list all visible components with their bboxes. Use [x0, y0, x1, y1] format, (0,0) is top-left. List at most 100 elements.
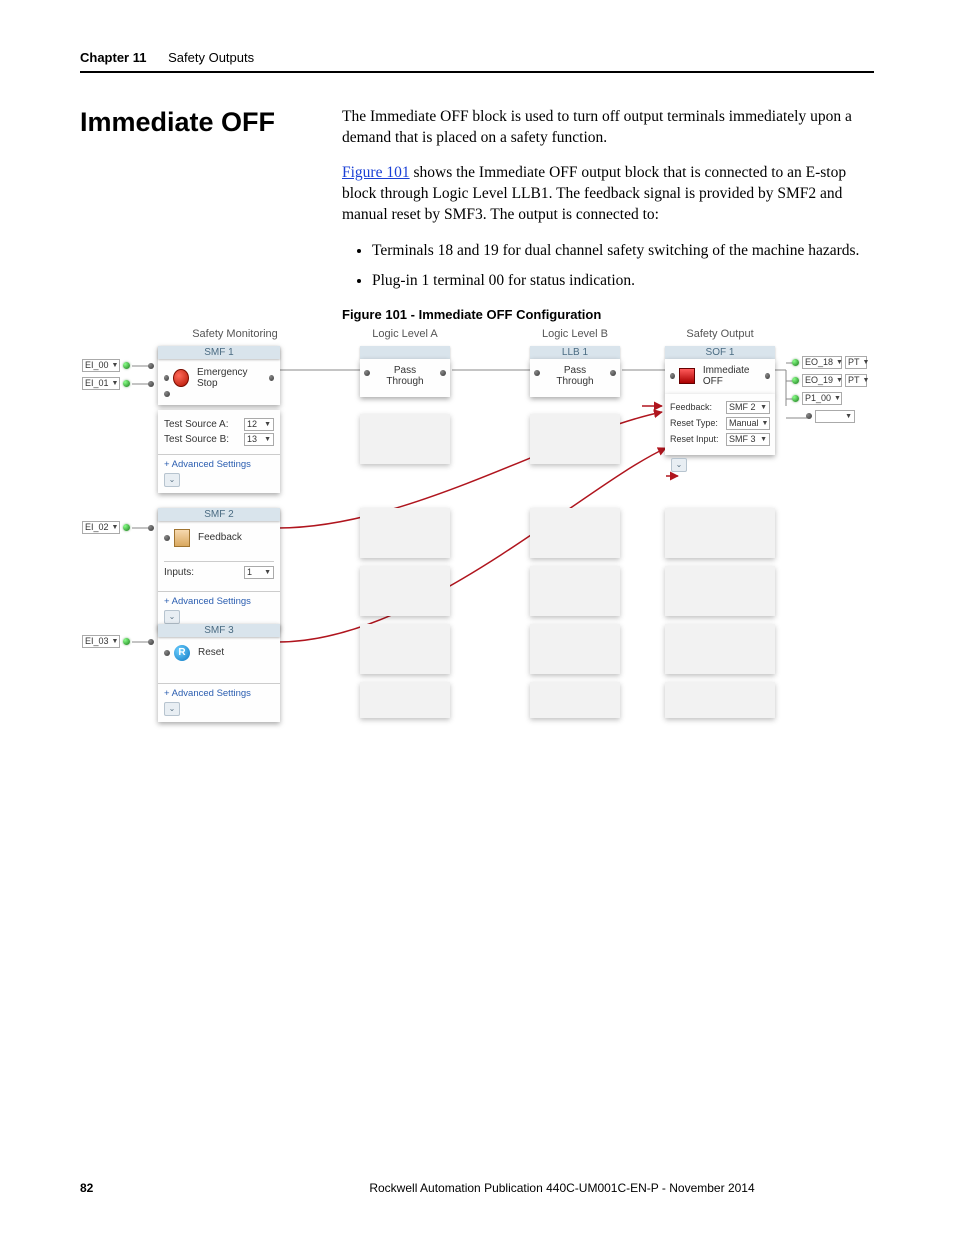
ghost-block [665, 566, 775, 616]
paragraph-1: The Immediate OFF block is used to turn … [342, 107, 874, 149]
smf1-title: SMF 1 [158, 346, 280, 359]
sof1-settings[interactable]: Feedback: SMF 2▼ Reset Type: Manual▼ Res… [665, 394, 775, 478]
sof1-resettype-label: Reset Type: [670, 418, 718, 428]
llb1-title: LLB 1 [530, 346, 620, 359]
smf3-title: SMF 3 [158, 624, 280, 637]
page: Chapter 11 Safety Outputs Immediate OFF … [0, 0, 954, 1235]
paragraph-2: Figure 101 shows the Immediate OFF outpu… [342, 163, 874, 226]
emergency-stop-icon [173, 369, 189, 387]
ghost-block [360, 414, 450, 464]
port-dot [164, 375, 169, 381]
wire-dot [148, 381, 154, 387]
bullet-2: Plug-in 1 terminal 00 for status indicat… [372, 270, 874, 292]
output-empty[interactable]: ▼ [806, 410, 855, 423]
sof1-title: SOF 1 [665, 346, 775, 359]
figure-caption: Figure 101 - Immediate OFF Configuration [342, 307, 874, 322]
sof1-feedback-label: Feedback: [670, 402, 712, 412]
ghost-block [665, 682, 775, 718]
ghost-block [530, 624, 620, 674]
figure-101-diagram: Safety Monitoring Logic Level A Logic Le… [80, 328, 874, 728]
status-dot [123, 380, 130, 387]
ghost-block [530, 414, 620, 464]
expander-icon[interactable]: ⌄ [164, 610, 180, 624]
smf1-advanced[interactable]: Advanced Settings [158, 454, 280, 470]
logic-a-passthrough[interactable]: Pass Through [360, 346, 450, 397]
header-rule [80, 71, 874, 73]
status-dot [123, 638, 130, 645]
port-dot [440, 370, 446, 376]
pass-label2: Through [386, 376, 423, 387]
publication-info: Rockwell Automation Publication 440C-UM0… [310, 1181, 814, 1195]
colhead-safety-monitoring: Safety Monitoring [170, 328, 300, 340]
smf3-advanced[interactable]: Advanced Settings [158, 683, 280, 699]
chapter-number: Chapter 11 [80, 50, 146, 65]
port-dot [164, 535, 170, 541]
smf2-block[interactable]: SMF 2 Feedback Inputs: 1▼ Advanced Setti… [158, 508, 280, 630]
output-eo19[interactable]: EO_19▼ PT▼ [792, 374, 867, 387]
expander-icon[interactable]: ⌄ [164, 702, 180, 716]
page-number: 82 [80, 1181, 310, 1195]
ghost-block [530, 682, 620, 718]
input-ei00[interactable]: EI_00▼ [82, 359, 130, 372]
sof1-block[interactable]: SOF 1 Immediate OFF [665, 346, 775, 395]
ghost-block [360, 508, 450, 558]
ghost-block [665, 624, 775, 674]
smf2-title: SMF 2 [158, 508, 280, 521]
port-dot [670, 373, 675, 379]
output-eo18[interactable]: EO_18▼ PT▼ [792, 356, 867, 369]
port-dot [534, 370, 540, 376]
port-dot [164, 391, 170, 397]
pass-label1: Pass [394, 365, 416, 376]
ghost-block [360, 682, 450, 718]
smf2-label: Feedback [198, 532, 242, 543]
ghost-block [360, 566, 450, 616]
smf1-settings[interactable]: Test Source A: 12▼ Test Source B: 13▼ Ad… [158, 410, 280, 493]
content-columns: Immediate OFF The Immediate OFF block is… [80, 101, 874, 328]
smf2-advanced[interactable]: Advanced Settings [158, 591, 280, 607]
ghost-block [665, 508, 775, 558]
bullet-1: Terminals 18 and 19 for dual channel saf… [372, 240, 874, 262]
status-dot [792, 377, 799, 384]
smf1-label: Emergency Stop [197, 367, 261, 389]
input-ei02[interactable]: EI_02▼ [82, 521, 130, 534]
pass-label2: Through [556, 376, 593, 387]
wire-dot [148, 363, 154, 369]
colhead-logic-a: Logic Level A [360, 328, 450, 340]
paragraph-2-rest: shows the Immediate OFF output block tha… [342, 164, 846, 223]
chapter-title: Safety Outputs [168, 50, 254, 65]
status-dot [123, 524, 130, 531]
smf3-block[interactable]: SMF 3 R Reset Advanced Settings ⌄ [158, 624, 280, 722]
expander-icon[interactable]: ⌄ [164, 473, 180, 487]
input-ei01[interactable]: EI_01▼ [82, 377, 130, 390]
wire-dot [148, 525, 154, 531]
port-dot [806, 413, 812, 419]
colhead-safety-output: Safety Output [675, 328, 765, 340]
colhead-logic-b: Logic Level B [530, 328, 620, 340]
smf1-block[interactable]: SMF 1 Emergency Stop [158, 346, 280, 405]
output-p100[interactable]: P1_00▼ [792, 392, 842, 405]
testA-label: Test Source A: [164, 419, 228, 430]
llb1-block[interactable]: LLB 1 Pass Through [530, 346, 620, 397]
immediate-off-icon [679, 368, 695, 384]
wire-dot [148, 639, 154, 645]
right-column: The Immediate OFF block is used to turn … [342, 101, 874, 328]
smf2-inputs-label: Inputs: [164, 567, 194, 578]
running-head: Chapter 11 Safety Outputs [80, 50, 874, 65]
status-dot [123, 362, 130, 369]
left-column: Immediate OFF [80, 101, 342, 328]
expander-icon[interactable]: ⌄ [671, 458, 687, 472]
testB-label: Test Source B: [164, 434, 229, 445]
figure-link[interactable]: Figure 101 [342, 164, 410, 181]
section-title: Immediate OFF [80, 107, 342, 138]
port-dot [765, 373, 770, 379]
sof1-resetinput-label: Reset Input: [670, 434, 719, 444]
port-dot [269, 375, 274, 381]
sof1-label: Immediate OFF [703, 365, 757, 387]
ghost-block [530, 566, 620, 616]
reset-icon: R [174, 645, 190, 661]
pass-label1: Pass [564, 365, 586, 376]
input-ei03[interactable]: EI_03▼ [82, 635, 130, 648]
ghost-block [530, 508, 620, 558]
status-dot [792, 359, 799, 366]
page-footer: 82 Rockwell Automation Publication 440C-… [80, 1181, 874, 1195]
